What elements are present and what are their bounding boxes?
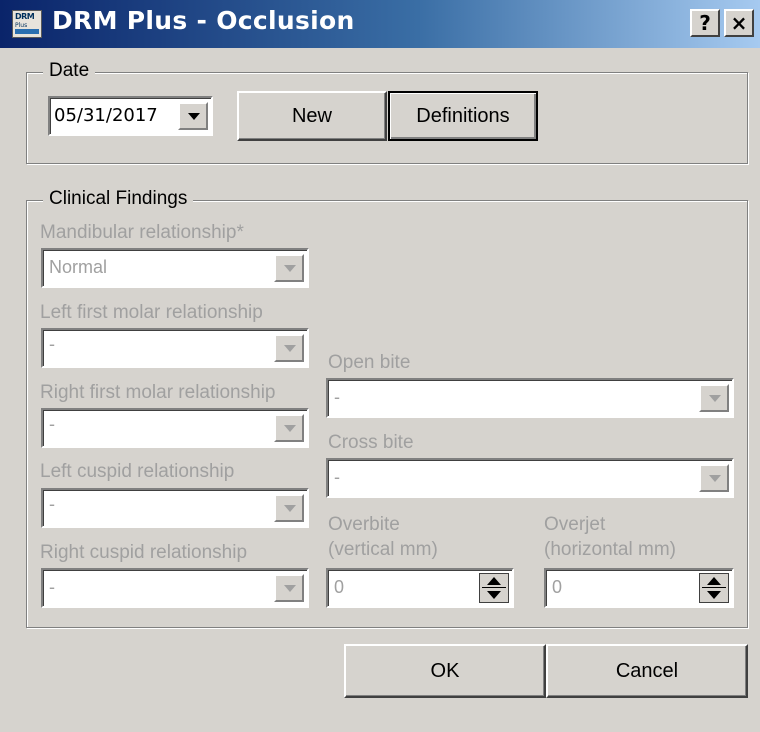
open-bite-dropdown-button[interactable]	[699, 384, 729, 412]
date-dropdown-button[interactable]	[178, 102, 208, 130]
left-cuspid-label: Left cuspid relationship	[40, 461, 235, 482]
chevron-down-icon	[284, 425, 296, 432]
chevron-down-icon	[284, 345, 296, 352]
right-cuspid-dropdown-button[interactable]	[274, 574, 304, 602]
date-picker[interactable]: 05/31/2017	[48, 96, 213, 136]
left-first-molar-label: Left first molar relationship	[40, 302, 263, 323]
arrow-down-icon	[487, 591, 501, 599]
right-first-molar-dropdown-button[interactable]	[274, 414, 304, 442]
overbite-sublabel: (vertical mm)	[328, 539, 438, 560]
overbite-label: Overbite	[328, 514, 400, 535]
cross-bite-select[interactable]: -	[326, 458, 734, 498]
chevron-down-icon	[709, 395, 721, 402]
overjet-label: Overjet	[544, 514, 606, 535]
arrow-down-icon	[707, 591, 721, 599]
clinical-findings-legend: Clinical Findings	[43, 188, 194, 210]
left-first-molar-value: -	[49, 334, 55, 354]
chevron-down-icon	[284, 265, 296, 272]
open-bite-label: Open bite	[328, 352, 411, 373]
help-button[interactable]: ?	[690, 9, 720, 37]
cross-bite-dropdown-button[interactable]	[699, 464, 729, 492]
arrow-up-icon	[707, 577, 721, 585]
right-first-molar-label: Right first molar relationship	[40, 382, 276, 403]
date-group-legend: Date	[43, 60, 96, 82]
right-first-molar-value: -	[49, 414, 55, 434]
overbite-spin-buttons[interactable]	[479, 573, 509, 603]
title-bar[interactable]: DRM Plus DRM Plus - Occlusion ? ×	[0, 0, 760, 48]
overjet-value: 0	[552, 577, 563, 597]
left-cuspid-value: -	[49, 494, 55, 514]
left-cuspid-select[interactable]: -	[41, 488, 309, 528]
definitions-button[interactable]: Definitions	[388, 91, 538, 141]
overjet-spinner[interactable]: 0	[544, 568, 734, 608]
cancel-button[interactable]: Cancel	[546, 644, 748, 698]
open-bite-value: -	[334, 387, 340, 407]
right-first-molar-select[interactable]: -	[41, 408, 309, 448]
ok-button[interactable]: OK	[344, 644, 546, 698]
drm-plus-app-icon: DRM Plus	[12, 10, 42, 38]
right-cuspid-label: Right cuspid relationship	[40, 542, 248, 563]
chevron-down-icon	[188, 113, 200, 120]
close-button[interactable]: ×	[724, 9, 754, 37]
mandibular-dropdown-button[interactable]	[274, 254, 304, 282]
left-first-molar-select[interactable]: -	[41, 328, 309, 368]
new-button[interactable]: New	[237, 91, 387, 141]
cross-bite-value: -	[334, 467, 340, 487]
overjet-sublabel: (horizontal mm)	[544, 539, 676, 560]
chevron-down-icon	[284, 585, 296, 592]
mandibular-relationship-value: Normal	[49, 257, 108, 277]
overbite-value: 0	[334, 577, 345, 597]
occlusion-dialog: DRM Plus DRM Plus - Occlusion ? × Date 0…	[0, 0, 760, 732]
mandibular-relationship-select[interactable]: Normal	[41, 248, 309, 288]
overbite-spinner[interactable]: 0	[326, 568, 514, 608]
chevron-down-icon	[709, 475, 721, 482]
overjet-spin-buttons[interactable]	[699, 573, 729, 603]
mandibular-relationship-label: Mandibular relationship*	[40, 222, 244, 243]
window-title: DRM Plus - Occlusion	[52, 6, 355, 35]
right-cuspid-select[interactable]: -	[41, 568, 309, 608]
left-cuspid-dropdown-button[interactable]	[274, 494, 304, 522]
chevron-down-icon	[284, 505, 296, 512]
date-value: 05/31/2017	[54, 105, 158, 126]
cross-bite-label: Cross bite	[328, 432, 414, 453]
arrow-up-icon	[487, 577, 501, 585]
open-bite-select[interactable]: -	[326, 378, 734, 418]
left-first-molar-dropdown-button[interactable]	[274, 334, 304, 362]
right-cuspid-value: -	[49, 577, 55, 597]
